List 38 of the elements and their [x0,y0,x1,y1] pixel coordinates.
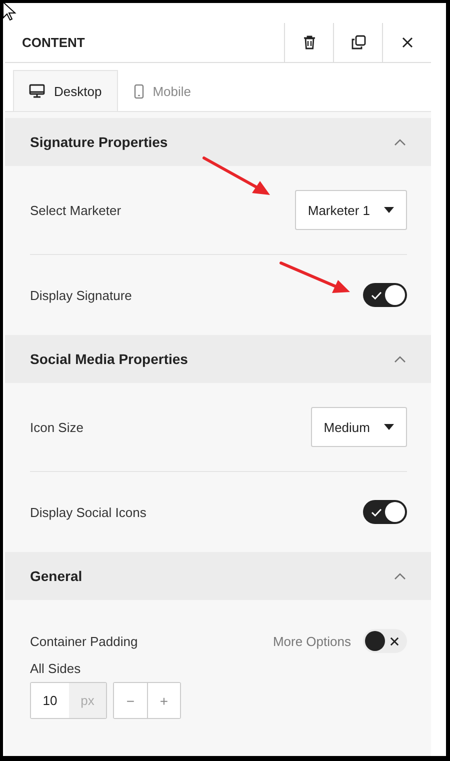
device-tab[interactable]: Desktop [13,70,118,111]
section-title: Social Media Properties [30,351,188,367]
close-icon [402,37,412,48]
section-title: Signature Properties [30,134,168,150]
caret-icon [384,424,394,430]
x-icon [390,636,399,646]
field-label: All Sides [30,661,82,676]
section-header[interactable]: Social Media Properties [5,335,431,383]
check-icon [371,290,382,300]
field-label: Display Signature [30,288,132,302]
copy-icon [350,35,366,50]
toggle-switch[interactable] [363,500,407,524]
monitor-icon [29,84,45,98]
phone-icon [134,84,144,98]
caret-icon [384,207,394,213]
trash-icon [302,35,316,50]
section-title: General [30,568,82,584]
increment-button[interactable]: + [147,683,180,718]
annotation-arrow [202,156,270,195]
annotation-arrow [280,262,350,293]
toggle-switch[interactable] [363,629,407,653]
check-icon [371,508,382,516]
chevron-icon [394,356,406,362]
toggle-switch[interactable] [363,283,407,307]
field-label: Select Marketer [30,202,122,218]
more-options-label: More Options [272,634,351,648]
number-field[interactable]: 10 px [30,682,107,719]
field-label: Display Social Icons [30,504,146,520]
dropdown[interactable]: Medium [310,407,407,447]
dropdown[interactable]: Marketer 1 [294,190,407,230]
chevron-icon [394,572,406,580]
decrement-button[interactable]: − [114,683,147,718]
section-header[interactable]: General [5,552,431,600]
chevron-icon [394,138,406,146]
field-label: Container Padding [30,634,139,648]
field-label: Icon Size [30,420,84,434]
section-header[interactable]: Signature Properties [5,118,431,166]
panel-title: CONTENT [22,35,86,50]
